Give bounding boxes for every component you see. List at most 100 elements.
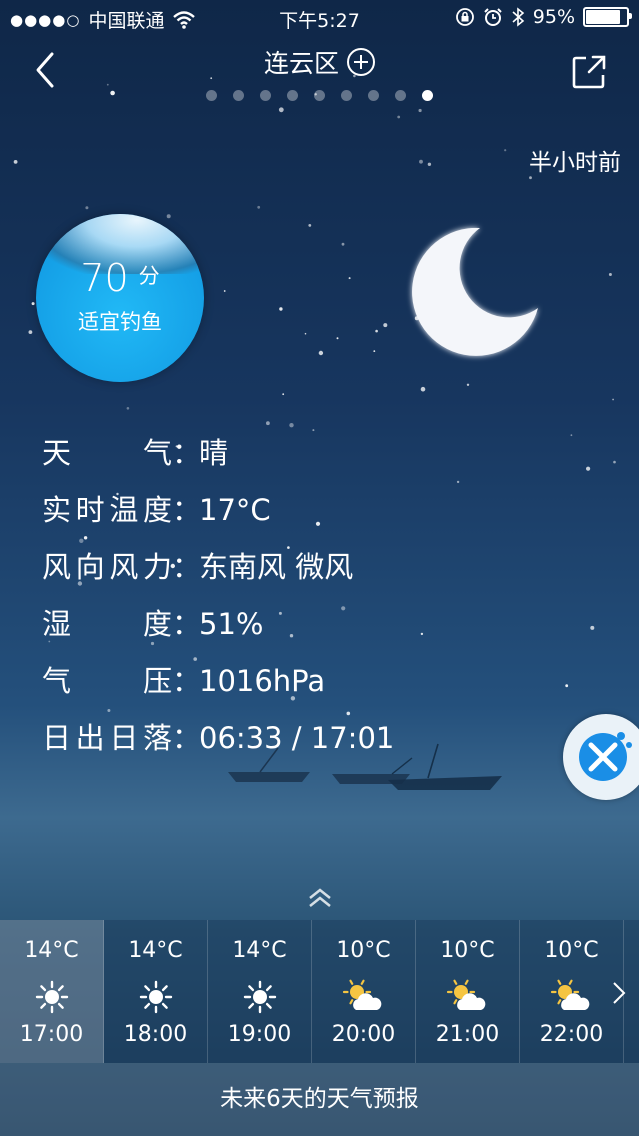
hourly-temp: 10°C (544, 938, 599, 963)
detail-label-char: 天 (42, 436, 72, 470)
detail-label-char: 压 (142, 664, 172, 698)
detail-value: 17°C (199, 493, 271, 527)
hourly-item[interactable]: 14°C 19:00 (208, 920, 312, 1063)
sun-icon (137, 978, 175, 1016)
moon-icon (412, 227, 538, 356)
detail-label: 日出日落 (42, 710, 172, 767)
detail-label-char: 气 (142, 436, 172, 470)
detail-value: 东南风 微风 (199, 550, 354, 584)
chevron-right-icon[interactable] (611, 980, 627, 1006)
sun-icon (33, 978, 71, 1016)
detail-colon: ： (172, 664, 202, 698)
hourly-time: 22:00 (539, 1022, 604, 1047)
hourly-time: 20:00 (331, 1022, 396, 1047)
hourly-item[interactable]: 10°C 22:00 (520, 920, 624, 1063)
fishing-suitability: 适宜钓鱼 (78, 310, 162, 334)
page-dot[interactable] (341, 90, 352, 101)
fishing-score: 70 分 (36, 256, 204, 300)
page-dot[interactable] (287, 90, 298, 101)
detail-label-char: 温 (109, 493, 139, 527)
detail-colon: ： (172, 607, 202, 641)
hourly-time: 19:00 (227, 1022, 292, 1047)
sun-icon (241, 978, 279, 1016)
boats-decoration (228, 743, 502, 790)
fishing-tool-icon (579, 732, 632, 781)
status-bar: ●●●●○ 中国联通 下午5:27 95% (0, 0, 639, 36)
detail-colon: ： (172, 436, 202, 470)
weather-detail-row: 风向风力：东南风 微风 (42, 539, 394, 596)
detail-label-char: 落 (142, 721, 172, 755)
detail-label-char: 向 (75, 550, 105, 584)
hourly-temp: 10°C (440, 938, 495, 963)
fishing-tool-button[interactable] (563, 714, 639, 800)
detail-label-char: 湿 (42, 607, 72, 641)
hourly-time: 17:00 (19, 1022, 84, 1047)
battery-percent: 95% (532, 6, 575, 28)
six-day-forecast-button[interactable]: 未来6天的天气预报 (0, 1063, 639, 1136)
weather-detail-row: 湿度： 51% (42, 596, 394, 653)
detail-label: 湿度 (42, 596, 172, 653)
page-dot[interactable] (260, 90, 271, 101)
battery-icon (583, 7, 632, 27)
hourly-item[interactable]: 10°C 21:00 (416, 920, 520, 1063)
detail-value: 晴 (199, 436, 229, 470)
hourly-temp: 14°C (232, 938, 287, 963)
alarm-icon (484, 8, 502, 26)
page-dot[interactable] (233, 90, 244, 101)
hourly-forecast-strip[interactable]: 14°C 17:00 14°C 18:00 14°C 19:00 10°C 20:00 10°C… (0, 920, 639, 1063)
detail-label-char: 风 (109, 550, 139, 584)
detail-value: 51% (199, 607, 264, 641)
page-dot[interactable] (314, 90, 325, 101)
update-time: 半小时前 (529, 150, 621, 176)
orientation-lock-icon (455, 8, 474, 26)
fishing-score-value: 70 (80, 256, 129, 300)
clock-time: 下午5:27 (279, 10, 360, 32)
detail-colon: ： (172, 493, 202, 527)
hourly-time: 21:00 (435, 1022, 500, 1047)
hourly-time: 18:00 (123, 1022, 188, 1047)
expand-up-icon[interactable] (306, 884, 334, 912)
page-dot[interactable] (395, 90, 406, 101)
detail-label-char: 气 (42, 664, 72, 698)
city-title[interactable]: 连云区 (264, 49, 339, 78)
hourly-temp: 14°C (24, 938, 79, 963)
detail-label-char: 出 (75, 721, 105, 755)
fishing-index-bubble[interactable]: 70 分 适宜钓鱼 (36, 214, 204, 382)
detail-label-char: 实 (42, 493, 72, 527)
fishing-score-unit: 分 (138, 264, 160, 288)
partly-cloudy-icon (446, 978, 486, 1016)
hourly-item[interactable]: 14°C 18:00 (104, 920, 208, 1063)
page-dot[interactable] (206, 90, 217, 101)
weather-detail-row: 气压： 1016hPa (42, 653, 394, 710)
weather-details: 天气：晴实时温度： 17°C 风向风力：东南风 微风湿度： 51% 气压： 1016hPa… (42, 425, 394, 767)
detail-label-char: 日 (42, 721, 72, 755)
weather-detail-row: 天气：晴 (42, 425, 394, 482)
detail-label: 实时温度 (42, 482, 172, 539)
page-dot[interactable] (368, 90, 379, 101)
page-indicator[interactable] (0, 86, 639, 105)
detail-label-char: 时 (75, 493, 105, 527)
page-dot[interactable] (422, 90, 433, 101)
partly-cloudy-icon (342, 978, 382, 1016)
detail-label: 风向风力 (42, 539, 172, 596)
partly-cloudy-icon (550, 978, 590, 1016)
detail-label-char: 度 (142, 607, 172, 641)
detail-label-char: 力 (142, 550, 172, 584)
detail-label-char: 日 (109, 721, 139, 755)
share-icon[interactable] (571, 54, 607, 90)
detail-label-char: 风 (42, 550, 72, 584)
add-city-icon[interactable] (347, 48, 375, 76)
detail-label: 天气 (42, 425, 172, 482)
city-title-area: 连云区 (0, 44, 639, 80)
detail-colon: ： (172, 721, 202, 755)
detail-label: 气压 (42, 653, 172, 710)
hourly-temp: 14°C (128, 938, 183, 963)
hourly-temp: 10°C (336, 938, 391, 963)
detail-label-char: 度 (142, 493, 172, 527)
hourly-item[interactable]: 14°C 17:00 (0, 920, 104, 1063)
detail-value: 1016hPa (199, 664, 326, 698)
bluetooth-icon (512, 7, 525, 27)
hourly-item[interactable]: 10°C 20:00 (312, 920, 416, 1063)
detail-colon: ： (172, 550, 202, 584)
weather-detail-row: 实时温度： 17°C (42, 482, 394, 539)
